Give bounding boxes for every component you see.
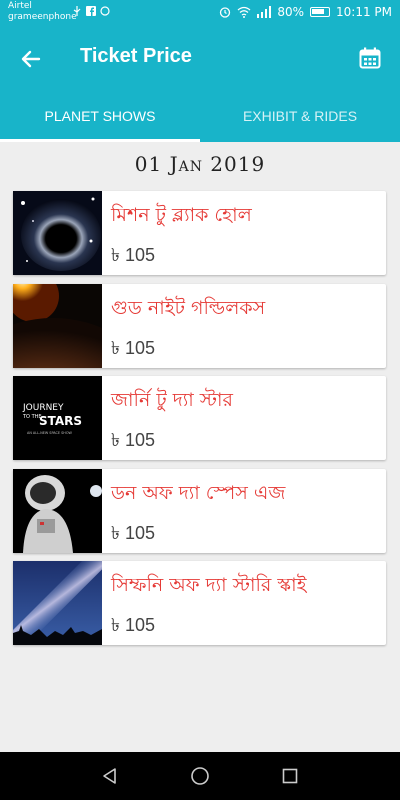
facebook-icon (86, 6, 96, 16)
calendar-icon (359, 47, 381, 69)
show-card-goodnight-goldilocks[interactable]: গুড নাইট গল্ডিলকস ৳ 105 (13, 283, 386, 368)
alarm-icon (220, 7, 231, 18)
carrier-1: Airtel (8, 1, 32, 11)
show-title: মিশন টু ব্ল্যাক হোল (111, 204, 252, 226)
status-bar: Airtel grameenphone 80% 10:11 PM (0, 0, 400, 28)
notification-icons (72, 6, 110, 16)
show-title: সিম্ফনি অফ দ্যা স্টারি স্কাই (111, 574, 307, 596)
show-card-journey-to-stars[interactable]: JOURNEY TO THE STARS AN ALL-NEW SPACE SH… (13, 376, 386, 460)
show-title: ডন অফ দ্যা স্পেস এজ (111, 481, 286, 504)
page-title: Ticket Price (80, 45, 192, 67)
tab-bar: PLANET SHOWS EXHIBIT & RIDES (0, 90, 400, 142)
show-title: গুড নাইট গল্ডিলকস (111, 296, 266, 319)
show-price: ৳ 105 (111, 337, 155, 358)
app-bar: Ticket Price (0, 28, 400, 90)
system-nav-bar (0, 752, 400, 800)
show-card-symphony-starry-sky[interactable]: সিম্ফনি অফ দ্যা স্টারি স্কাই ৳ 105 (13, 561, 386, 645)
signal-icon (257, 6, 272, 18)
tab-planet-shows[interactable]: PLANET SHOWS (0, 90, 200, 142)
show-thumbnail-journey-stars: JOURNEY TO THE STARS AN ALL-NEW SPACE SH… (13, 376, 102, 460)
battery-percent: 80% (277, 5, 304, 19)
circle-home-icon (191, 767, 209, 785)
show-card-mission-black-hole[interactable]: মিশন টু ব্ল্যাক হোল ৳ 105 (13, 191, 386, 275)
show-thumbnail-black-hole (13, 191, 102, 275)
thumb-text-journey: JOURNEY (22, 403, 64, 413)
nav-recents-button[interactable] (278, 764, 302, 788)
show-list: মিশন টু ব্ল্যাক হোল ৳ 105 গুড নাইট গল্ডি… (13, 191, 386, 654)
show-title: জার্নি টু দ্যা স্টার (111, 389, 233, 411)
back-button[interactable] (14, 42, 48, 76)
carrier-names: Airtel grameenphone (8, 1, 77, 23)
whatsapp-icon (100, 6, 110, 16)
nav-back-button[interactable] (98, 764, 122, 788)
clock: 10:11 PM (336, 5, 392, 19)
show-card-dawn-space-age[interactable]: ডন অফ দ্যা স্পেস এজ ৳ 105 (13, 468, 386, 553)
show-thumbnail-astronaut (13, 468, 102, 553)
square-recents-icon (282, 768, 298, 784)
carrier-2: grameenphone (8, 12, 77, 22)
arrow-back-icon (21, 50, 41, 68)
thumb-text-subtitle: AN ALL-NEW SPACE SHOW (27, 431, 73, 435)
show-price: ৳ 105 (111, 430, 155, 450)
status-right: 80% 10:11 PM (219, 5, 392, 19)
nav-home-button[interactable] (188, 764, 212, 788)
thumb-text-stars: STARS (39, 414, 82, 428)
show-price: ৳ 105 (111, 522, 155, 543)
triangle-back-icon (103, 768, 116, 784)
show-price: ৳ 105 (111, 245, 155, 265)
usb-icon (73, 6, 81, 16)
wifi-icon (237, 6, 251, 18)
calendar-button[interactable] (356, 44, 384, 72)
tab-exhibit-rides[interactable]: EXHIBIT & RIDES (200, 90, 400, 142)
selected-date: 01 Jan 2019 (134, 152, 266, 176)
battery-icon (310, 7, 330, 17)
show-thumbnail-goldilocks (13, 283, 102, 368)
show-price: ৳ 105 (111, 615, 155, 635)
show-thumbnail-milky-way (13, 561, 102, 645)
